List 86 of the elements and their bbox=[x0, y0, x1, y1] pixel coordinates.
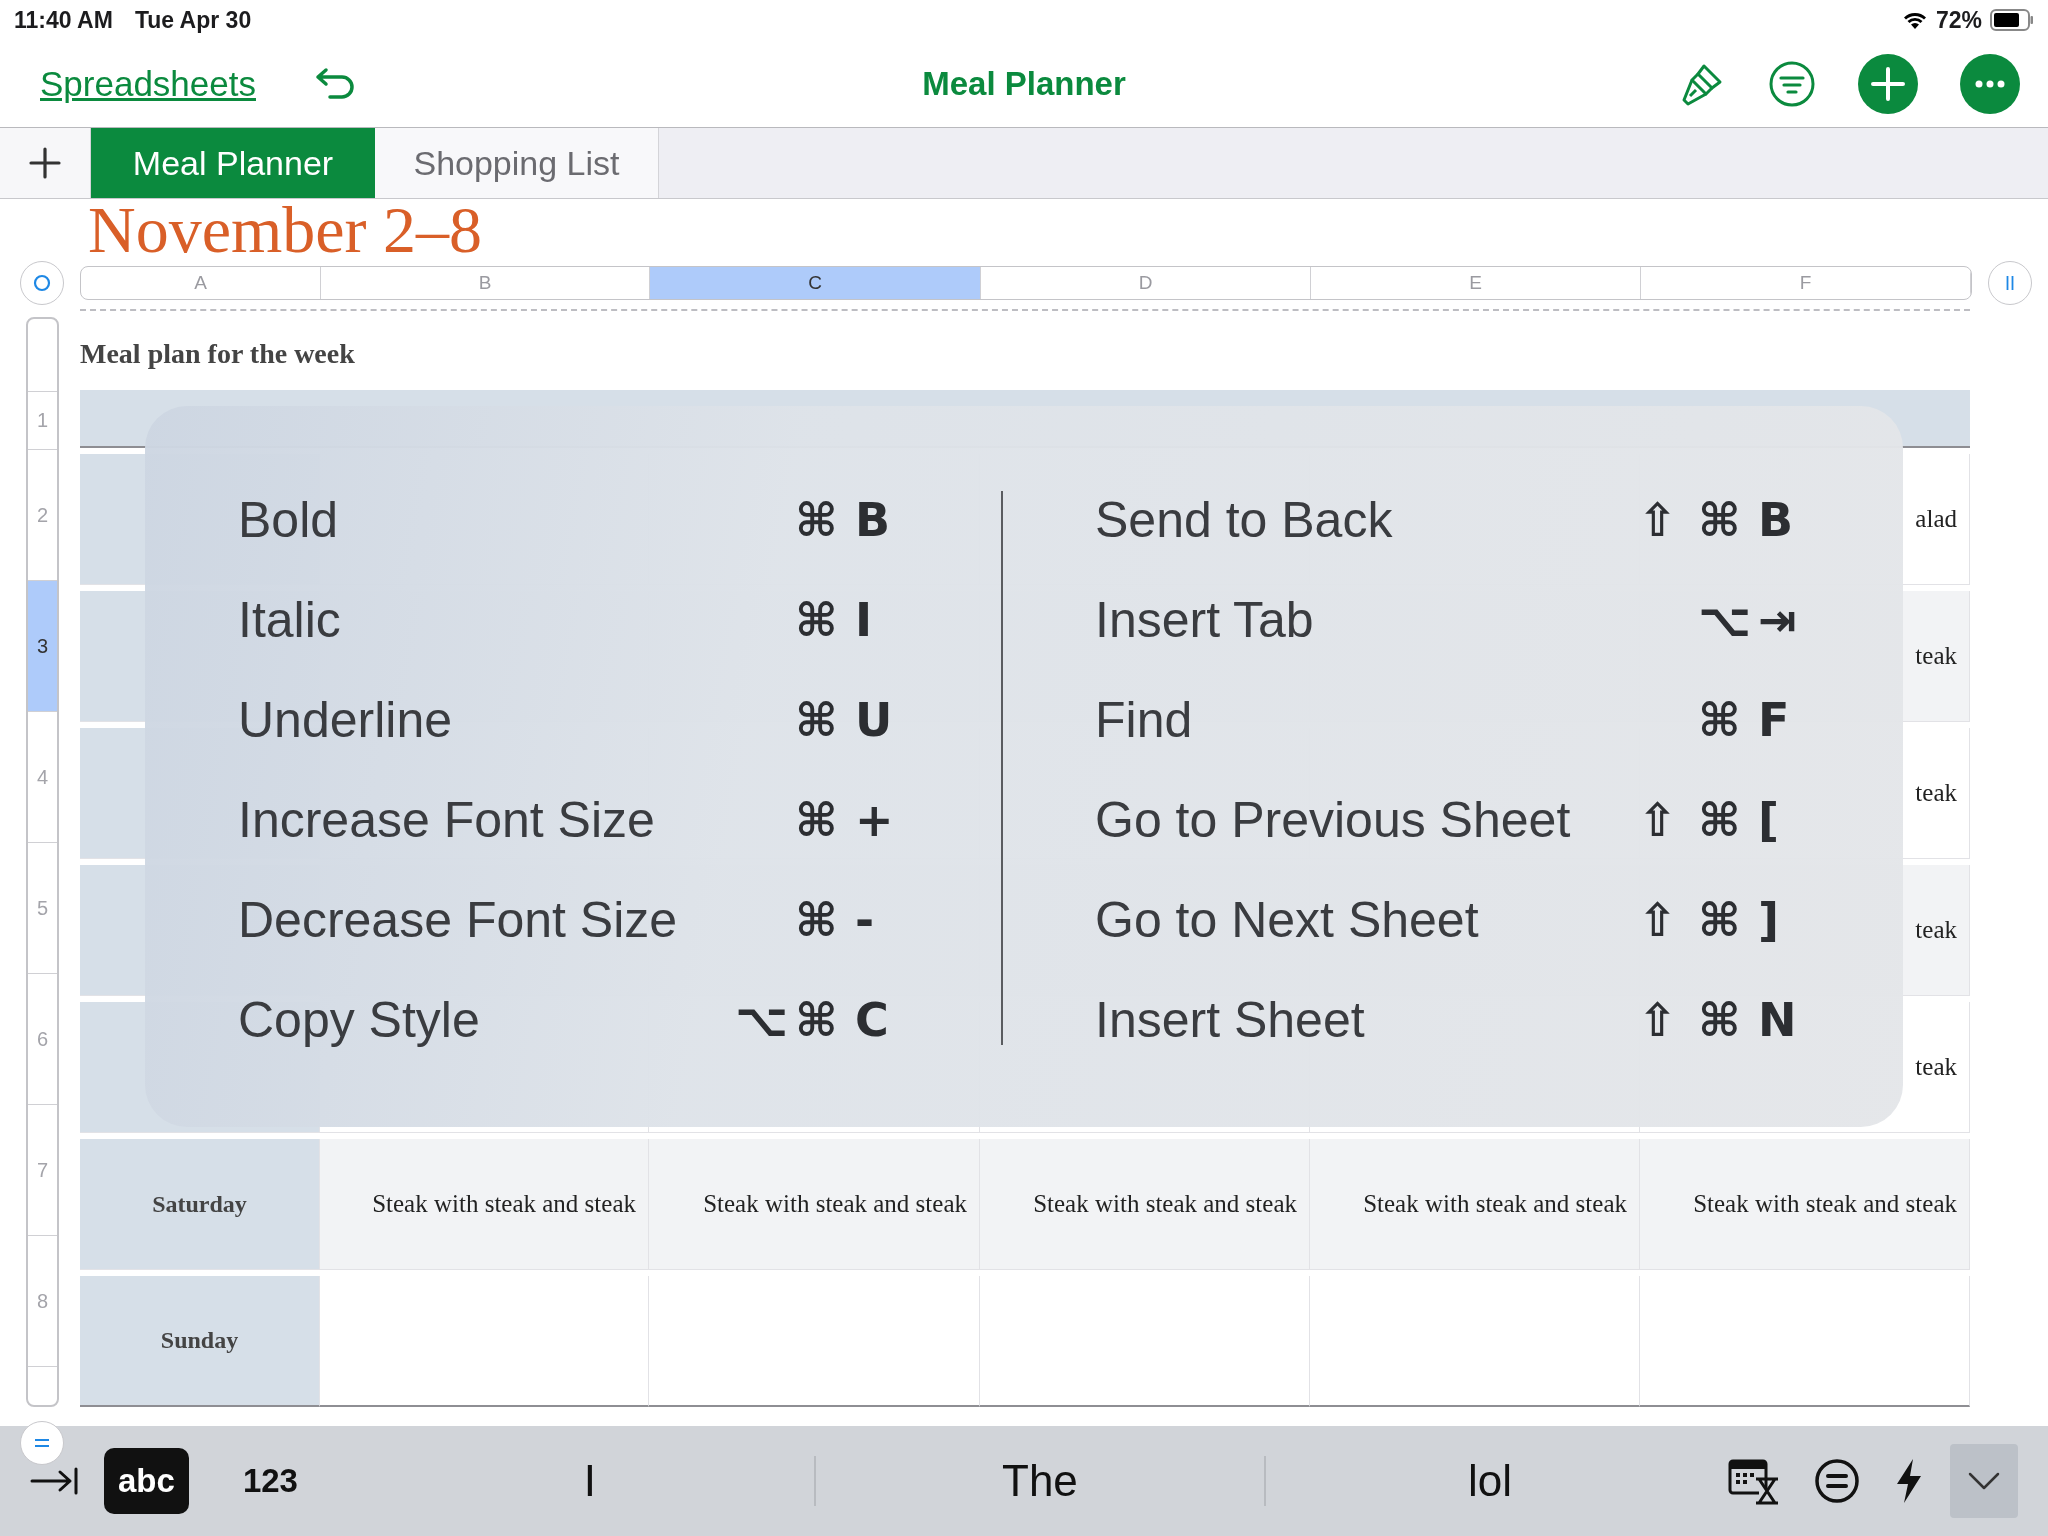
row-header[interactable]: 7 bbox=[28, 1105, 57, 1236]
shortcut-key: - bbox=[855, 893, 907, 947]
shortcut-key: ⇧ bbox=[1638, 793, 1698, 847]
status-time: 11:40 AM bbox=[14, 6, 113, 34]
battery-percent: 72% bbox=[1935, 6, 1982, 34]
column-header[interactable]: A bbox=[81, 267, 321, 299]
suggestion[interactable]: The bbox=[992, 1456, 1088, 1506]
shortcut-key: B bbox=[1758, 493, 1810, 547]
day-cell: Sunday bbox=[80, 1276, 320, 1407]
shortcut-label: Send to Back bbox=[1095, 491, 1393, 549]
shortcut-label: Insert Tab bbox=[1095, 591, 1314, 649]
sheet-tab[interactable]: Meal Planner bbox=[91, 128, 375, 198]
table-cell: Steak with steak and steak bbox=[649, 1139, 980, 1270]
filter-icon[interactable] bbox=[1768, 59, 1816, 108]
shortcut-key: [ bbox=[1758, 793, 1810, 847]
sheet-title: November 2–8 bbox=[88, 199, 483, 261]
shortcut-key: I bbox=[855, 593, 907, 647]
calendar-hourglass-icon[interactable] bbox=[1728, 1457, 1780, 1505]
shortcut-key: ⌥ bbox=[1698, 593, 1758, 647]
column-header[interactable]: E bbox=[1311, 267, 1641, 299]
keyboard-mode-button[interactable]: abc bbox=[104, 1448, 189, 1514]
tab-key-icon[interactable] bbox=[30, 1466, 80, 1496]
shortcut-label: Find bbox=[1095, 691, 1193, 749]
battery-icon bbox=[1990, 9, 2034, 31]
row-header[interactable]: 5 bbox=[28, 843, 57, 974]
equals-icon bbox=[33, 1437, 51, 1449]
status-date: Tue Apr 30 bbox=[134, 6, 252, 34]
suggestion[interactable]: lol bbox=[1457, 1456, 1522, 1506]
wifi-icon bbox=[1901, 10, 1928, 30]
shortcut-key: B bbox=[855, 493, 907, 547]
shortcut-key: ⌘ bbox=[795, 993, 855, 1047]
document-title: Meal Planner bbox=[922, 64, 1126, 103]
table-cell: Steak with steak and steak bbox=[980, 1139, 1310, 1270]
shortcut-key: ⌘ bbox=[1698, 893, 1758, 947]
column-header[interactable]: C bbox=[650, 267, 981, 299]
shortcut-label: Bold bbox=[238, 491, 339, 549]
shortcut-key: ⌘ bbox=[1698, 493, 1758, 547]
formula-icon[interactable] bbox=[1814, 1458, 1860, 1504]
shortcut-key: ⌘ bbox=[795, 793, 855, 847]
shortcut-label: Decrease Font Size bbox=[238, 891, 678, 949]
keyboard-mode-button[interactable]: 123 bbox=[228, 1448, 312, 1514]
lightning-icon[interactable] bbox=[1894, 1458, 1924, 1504]
shortcut-key: ⌘ bbox=[795, 693, 855, 747]
add-icon[interactable] bbox=[1858, 53, 1918, 114]
more-icon[interactable] bbox=[1960, 53, 2020, 114]
row-header[interactable]: 4 bbox=[28, 712, 57, 843]
sheet-tab[interactable]: Shopping List bbox=[375, 128, 659, 198]
row-header[interactable]: 6 bbox=[28, 974, 57, 1105]
shortcut-label: Go to Next Sheet bbox=[1095, 891, 1479, 949]
column-header[interactable]: F bbox=[1641, 267, 1971, 299]
freeze-handle[interactable] bbox=[1988, 261, 2032, 305]
pause-bars-icon bbox=[2005, 275, 2015, 291]
circle-icon bbox=[33, 274, 51, 292]
chevron-down-icon bbox=[1967, 1471, 2001, 1491]
shortcut-label: Increase Font Size bbox=[238, 791, 655, 849]
shortcut-key: C bbox=[855, 993, 907, 1047]
table-cell: Steak with steak and steak bbox=[1640, 1139, 1970, 1270]
shortcut-key: ⌘ bbox=[795, 893, 855, 947]
shortcut-key: ⌘ bbox=[1698, 793, 1758, 847]
shortcut-label: Underline bbox=[238, 691, 452, 749]
shortcut-key: ⇧ bbox=[1638, 493, 1698, 547]
column-header[interactable]: D bbox=[981, 267, 1311, 299]
day-cell: Saturday bbox=[80, 1139, 320, 1270]
table-cell: Steak with steak and steak bbox=[320, 1139, 649, 1270]
shortcut-key: ] bbox=[1758, 893, 1810, 947]
table-caption: Meal plan for the week bbox=[80, 337, 355, 370]
row-header[interactable]: 1 bbox=[28, 392, 57, 450]
shortcut-key: ⌘ bbox=[795, 493, 855, 547]
shortcut-label: Italic bbox=[238, 591, 341, 649]
shortcut-label: Copy Style bbox=[238, 991, 480, 1049]
back-link[interactable]: Spreadsheets bbox=[40, 63, 256, 104]
plus-icon bbox=[28, 146, 62, 180]
add-sheet-button[interactable] bbox=[0, 128, 91, 198]
row-header[interactable]: 8 bbox=[28, 1236, 57, 1367]
shortcut-label: Insert Sheet bbox=[1095, 991, 1365, 1049]
shortcut-key: ⇥ bbox=[1758, 593, 1810, 647]
shortcut-key: ⌥ bbox=[735, 993, 795, 1047]
row-header[interactable]: 3 bbox=[28, 581, 57, 712]
table-cell: Steak with steak and steak bbox=[1310, 1139, 1640, 1270]
shortcut-label: Go to Previous Sheet bbox=[1095, 791, 1571, 849]
shortcut-key: + bbox=[855, 793, 907, 847]
shortcut-key: ⇧ bbox=[1638, 893, 1698, 947]
suggestion[interactable]: I bbox=[573, 1456, 607, 1506]
shortcut-key: U bbox=[855, 693, 907, 747]
select-all-button[interactable] bbox=[20, 261, 64, 305]
shortcut-key: ⌘ bbox=[795, 593, 855, 647]
